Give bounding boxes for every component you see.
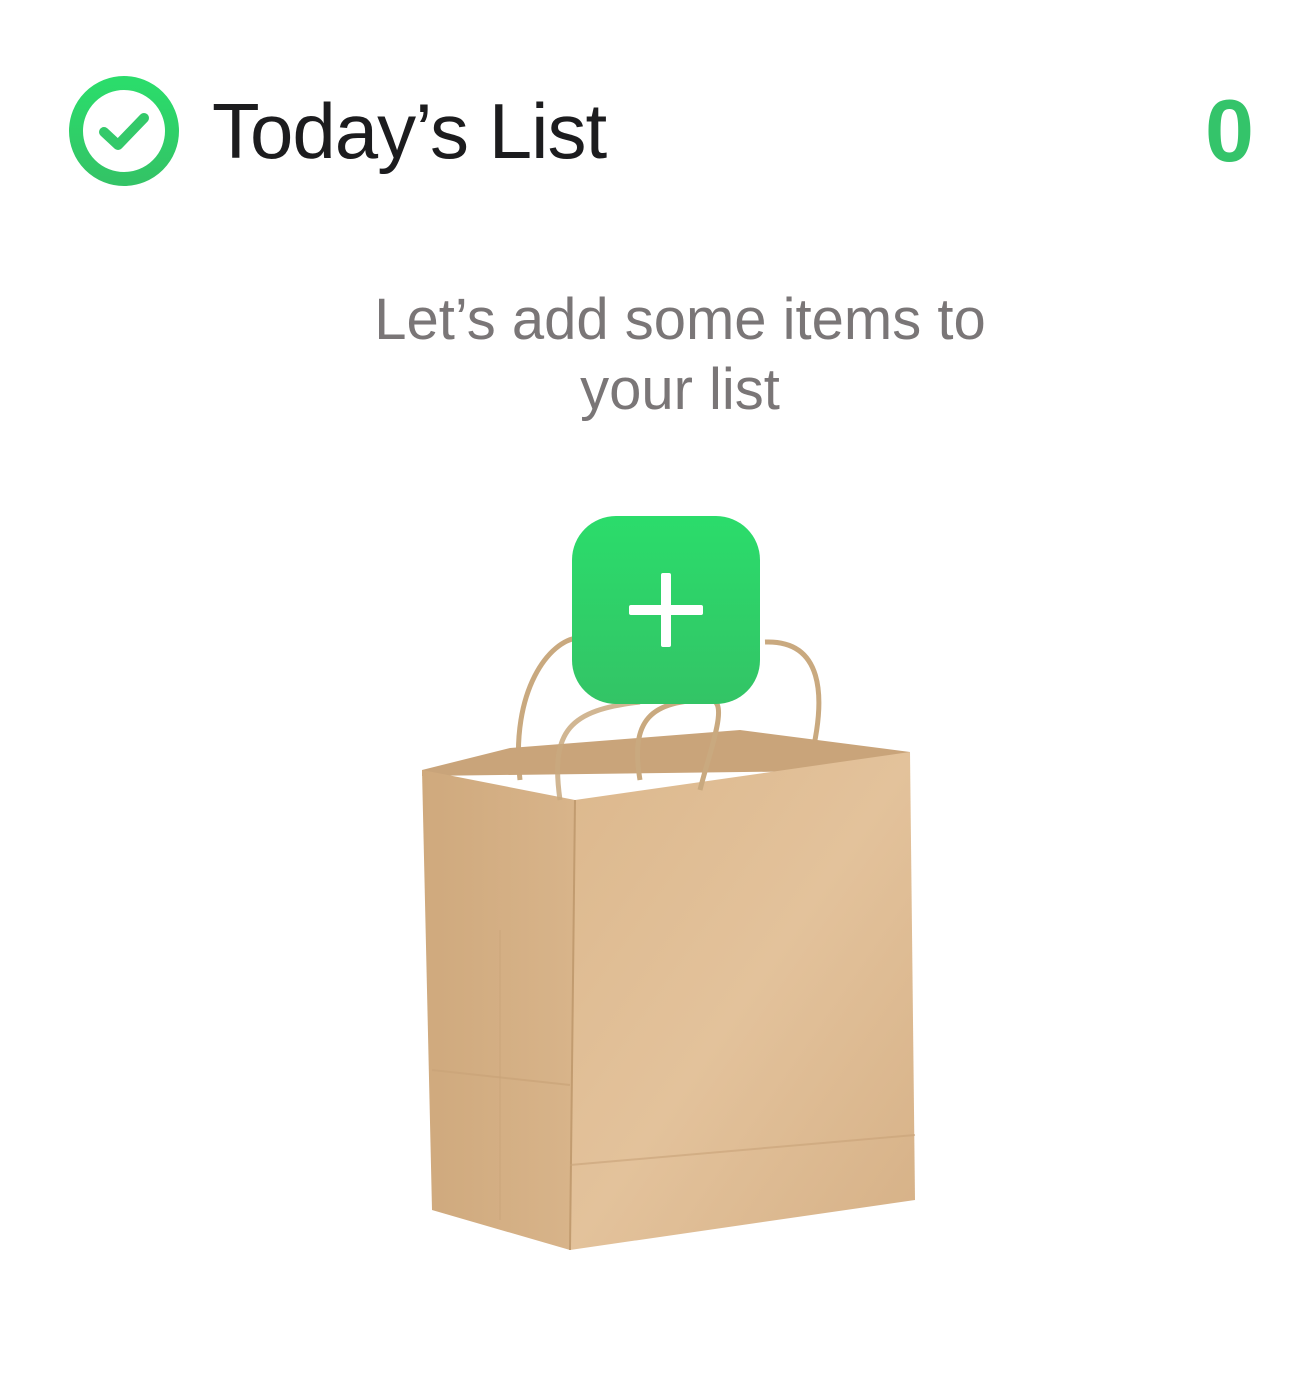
item-count: 0 [1205,81,1254,180]
plus-icon [629,573,703,647]
add-item-button[interactable] [572,516,760,704]
shopping-bag-illustration [422,635,916,1251]
page-title: Today’s List [212,87,607,175]
todays-list-screen: Today’s List 0 Let’s add some items to y… [0,0,1316,1380]
list-header: Today’s List 0 [0,0,1316,260]
empty-state-message: Let’s add some items to your list [0,285,1316,425]
empty-state-line-1: Let’s add some items to [374,287,986,352]
check-circle-icon [69,76,179,186]
empty-state-line-2: your list [580,357,780,422]
